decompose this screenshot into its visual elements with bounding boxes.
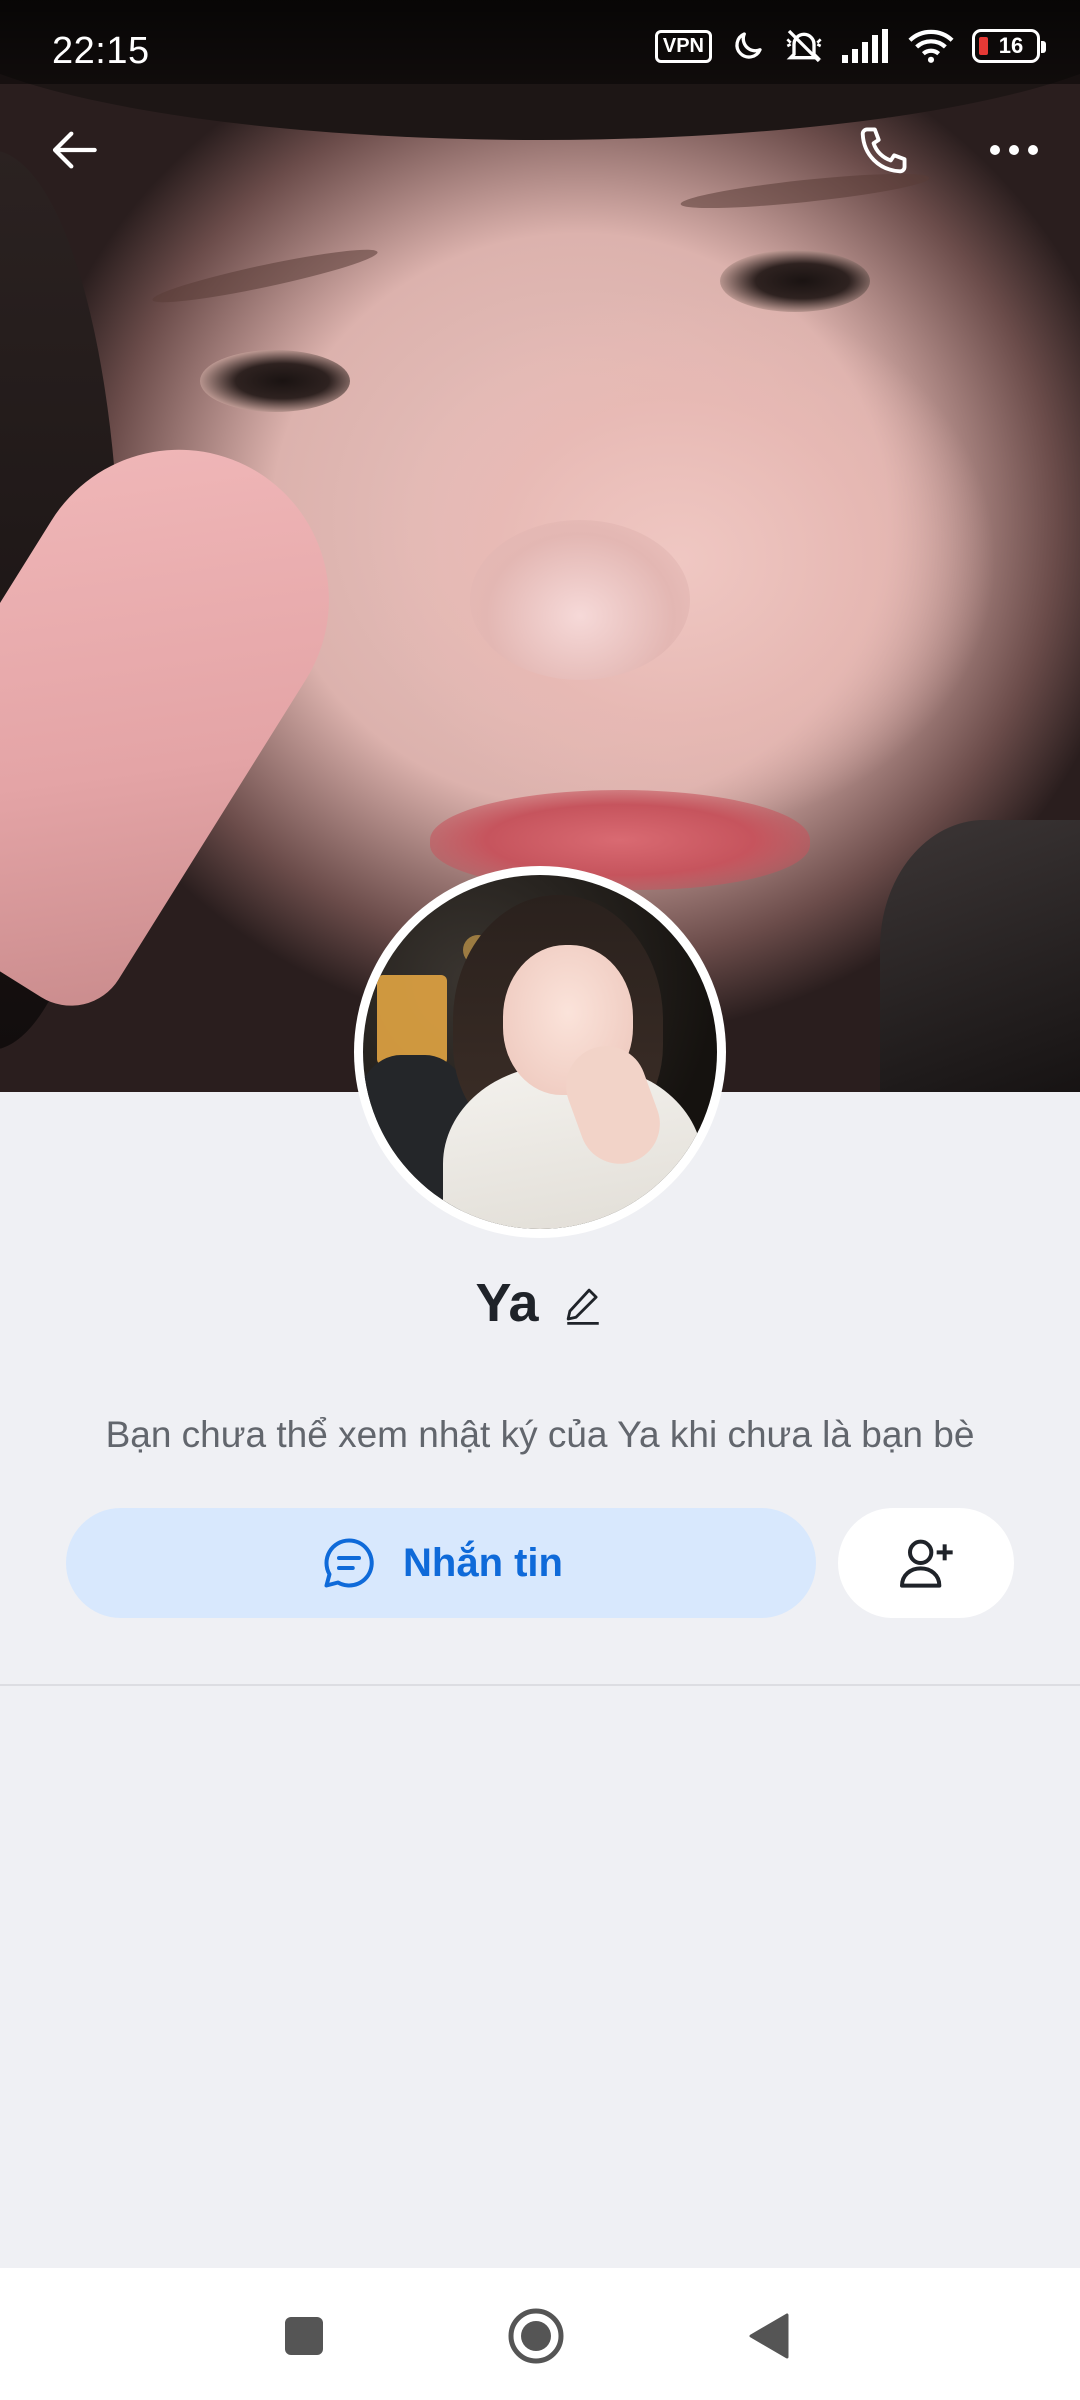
cover-photo-nose: [470, 520, 690, 680]
battery-icon: 16: [972, 29, 1046, 63]
back-icon: [749, 2313, 789, 2359]
privacy-note: Bạn chưa thể xem nhật ký của Ya khi chưa…: [105, 1414, 975, 1455]
pencil-icon: [566, 1288, 599, 1325]
cover-photo-brow: [150, 241, 380, 311]
moon-icon: [735, 32, 762, 59]
profile-name: Ya: [475, 1273, 539, 1333]
cover-photo-eye: [720, 250, 870, 312]
edit-name-button[interactable]: [561, 1283, 605, 1327]
more-button[interactable]: [972, 108, 1056, 192]
status-bar: 22:15 VPN 16: [0, 0, 1080, 84]
home-button[interactable]: [496, 2296, 576, 2376]
silent-icon: [786, 29, 822, 63]
add-friend-button[interactable]: [838, 1508, 1014, 1618]
vpn-icon: VPN: [654, 29, 712, 63]
nav-back-button[interactable]: [728, 2296, 808, 2376]
more-icon: [990, 145, 1038, 155]
chat-bubble-icon: [324, 1538, 374, 1588]
signal-icon: [842, 29, 888, 63]
recents-icon: [285, 2317, 323, 2355]
message-button[interactable]: Nhắn tin: [66, 1508, 816, 1618]
status-icons: VPN 16: [654, 26, 1046, 66]
add-friend-icon: [900, 1539, 953, 1588]
avatar-photo: [363, 875, 717, 1229]
recents-button[interactable]: [264, 2296, 344, 2376]
back-arrow-icon: [52, 131, 97, 169]
battery-level: 16: [998, 33, 1024, 58]
status-time: 22:15: [52, 30, 150, 72]
system-nav-bar: [0, 2268, 1080, 2400]
profile-name-row: Ya: [0, 1272, 1080, 1334]
call-button[interactable]: [842, 108, 926, 192]
section-divider: [0, 1684, 1080, 1686]
home-icon: [508, 2308, 564, 2364]
cover-photo-shoulder: [880, 820, 1080, 1092]
wifi-icon: [908, 29, 954, 63]
phone-icon: [860, 127, 907, 174]
avatar-photo-light: [377, 975, 447, 1065]
cover-photo-eye: [200, 350, 350, 412]
message-button-label: Nhắn tin: [403, 1540, 563, 1585]
back-button[interactable]: [34, 108, 118, 192]
avatar[interactable]: [354, 866, 726, 1238]
